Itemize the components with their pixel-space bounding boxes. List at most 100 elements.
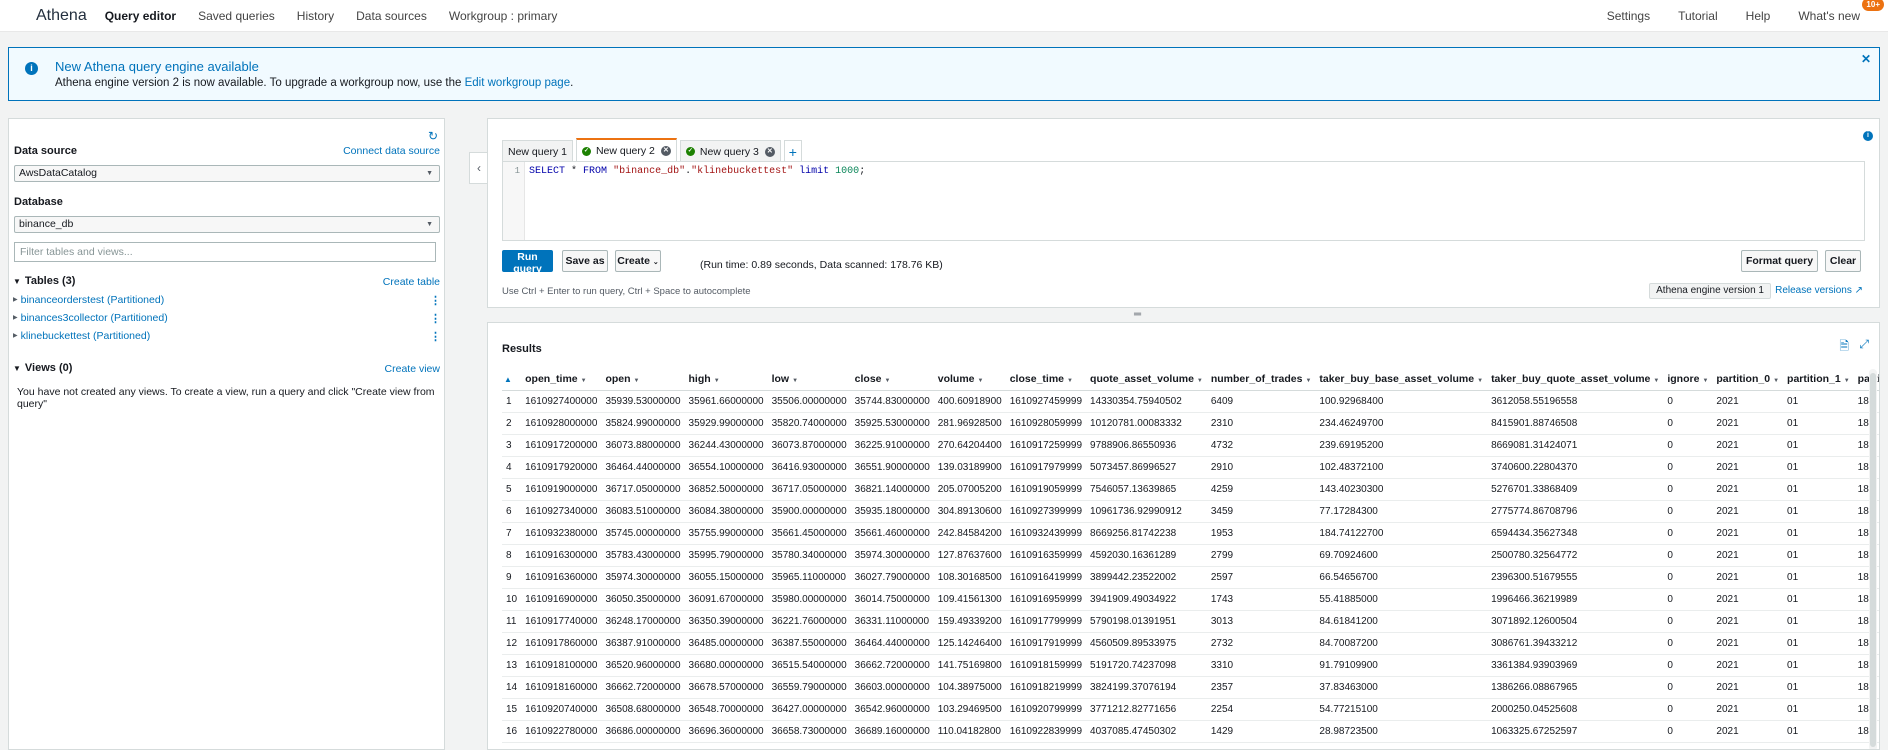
column-header[interactable]: partition_0 ▼ <box>1708 369 1780 391</box>
tab-new-query-2[interactable]: ✓ New query 2 ✕ <box>575 138 677 162</box>
table-row[interactable]: 10 1610916900000 36050.35000000 36091.67000… <box>502 588 1879 611</box>
table-cell: 36416.93000000 <box>763 456 847 479</box>
table-cell: 36717.05000000 <box>597 478 681 501</box>
column-header[interactable]: taker_buy_quote_asset_volume ▼ <box>1483 369 1660 391</box>
column-header[interactable]: partition_1 ▼ <box>1779 369 1850 391</box>
table-cell: 2597 <box>1202 566 1312 589</box>
nav-history[interactable]: History <box>297 9 334 23</box>
nav-data-sources[interactable]: Data sources <box>356 9 427 23</box>
nav-query-editor[interactable]: Query editor <box>105 9 176 23</box>
table-row[interactable]: 5 1610919000000 36717.05000000 36852.500000… <box>502 478 1879 501</box>
format-query-button[interactable]: Format query <box>1741 250 1818 272</box>
nav-settings[interactable]: Settings <box>1607 9 1650 23</box>
table-cell: 35755.99000000 <box>680 522 764 545</box>
table-row[interactable]: 2 1610928000000 35824.99000000 35929.990000… <box>502 412 1879 435</box>
table-cell: 139.03189900 <box>929 456 1002 479</box>
table-cell: 01 <box>1779 566 1850 589</box>
brand-logo[interactable]: Athena <box>36 7 87 25</box>
table-cell: 3361384.93903969 <box>1483 654 1660 677</box>
data-source-value: AwsDataCatalog <box>19 167 98 179</box>
nav-workgroup[interactable]: Workgroup : primary <box>449 9 557 23</box>
expand-icon[interactable]: ⤢ <box>1859 337 1869 352</box>
table-row[interactable]: 13 1610918100000 36520.96000000 36680.00000… <box>502 654 1879 677</box>
column-header[interactable]: close ▼ <box>846 369 930 391</box>
column-header[interactable]: high ▼ <box>680 369 764 391</box>
kebab-menu-icon[interactable]: ⋮ <box>430 294 441 307</box>
row-number-header[interactable]: ▲ <box>502 369 518 391</box>
add-tab-button[interactable]: + <box>783 140 802 162</box>
table-row[interactable]: 14 1610918160000 36662.72000000 36678.57000… <box>502 676 1879 699</box>
table-row[interactable]: 4 1610917920000 36464.44000000 36554.100000… <box>502 456 1879 479</box>
table-item-klinebuckettest[interactable]: ▶ klinebuckettest (Partitioned) ⋮ <box>13 330 441 343</box>
scrollbar-thumb[interactable] <box>1870 373 1876 747</box>
release-versions-link[interactable]: Release versions ↗ <box>1775 285 1863 296</box>
run-query-button[interactable]: Run query <box>502 250 553 275</box>
info-icon[interactable]: i <box>1863 131 1873 141</box>
table-row[interactable]: 15 1610920740000 36508.68000000 36548.70000… <box>502 698 1879 721</box>
close-tab-icon[interactable]: ✕ <box>660 146 671 156</box>
sql-code[interactable]: SELECT * FROM "binance_db"."klinebuckett… <box>529 166 865 177</box>
table-cell: 35965.11000000 <box>763 566 847 589</box>
filter-tables-input[interactable]: Filter tables and views... <box>14 242 436 262</box>
table-item-binances3collector[interactable]: ▶ binances3collector (Partitioned) ⋮ <box>13 312 441 325</box>
table-row[interactable]: 11 1610917740000 36248.17000000 36350.39000… <box>502 610 1879 633</box>
row-number-cell: 6 <box>502 500 518 523</box>
column-header[interactable]: ignore ▼ <box>1659 369 1709 391</box>
row-number-cell: 7 <box>502 522 518 545</box>
database-select[interactable]: binance_db ▼ <box>14 216 440 233</box>
download-csv-icon[interactable]: 🗎 <box>1839 337 1849 358</box>
tab-new-query-3[interactable]: ✓ New query 3 ✕ <box>679 140 781 162</box>
kebab-menu-icon[interactable]: ⋮ <box>430 312 441 325</box>
table-row[interactable]: 9 1610916360000 35974.30000000 36055.150000… <box>502 566 1879 589</box>
table-row[interactable]: 1 1610927400000 35939.53000000 35961.660000… <box>502 390 1879 413</box>
table-cell: 143.40230300 <box>1311 478 1484 501</box>
close-icon[interactable]: ✕ <box>1861 52 1871 66</box>
refresh-icon[interactable]: ↻ <box>428 129 438 143</box>
table-cell: 1610917919999 <box>1001 632 1083 655</box>
collapse-panel-button[interactable]: ‹ <box>469 152 489 184</box>
table-cell: 5790198.01391951 <box>1082 610 1203 633</box>
nav-whats-new[interactable]: What's new <box>1798 9 1860 23</box>
table-row[interactable]: 12 1610917860000 36387.91000000 36485.00000… <box>502 632 1879 655</box>
nav-tutorial[interactable]: Tutorial <box>1678 9 1718 23</box>
sort-icon: ▼ <box>1477 378 1484 385</box>
column-header[interactable]: close_time ▼ <box>1001 369 1083 391</box>
table-cell: 01 <box>1779 654 1850 677</box>
results-scrollbar[interactable] <box>1869 369 1877 749</box>
editor-panel: i New query 1 ✓ New query 2 ✕ ✓ New quer… <box>487 118 1880 308</box>
views-section-header[interactable]: ▼ Views (0) <box>13 362 72 374</box>
table-row[interactable]: 6 1610927340000 36083.51000000 36084.380000… <box>502 500 1879 523</box>
row-number-cell: 9 <box>502 566 518 589</box>
table-item-binanceorderstest[interactable]: ▶ binanceorderstest (Partitioned) ⋮ <box>13 294 441 307</box>
edit-workgroup-link[interactable]: Edit workgroup page <box>465 77 570 89</box>
tables-section-header[interactable]: ▼ Tables (3) <box>13 275 75 287</box>
table-cell: 36331.11000000 <box>846 610 930 633</box>
data-source-select[interactable]: AwsDataCatalog ▼ <box>14 165 440 182</box>
sql-editor[interactable]: 1 SELECT * FROM "binance_db"."klinebucke… <box>502 161 1865 241</box>
nav-saved-queries[interactable]: Saved queries <box>198 9 275 23</box>
create-dropdown-button[interactable]: Create ⌄ <box>615 250 661 272</box>
tab-new-query-1[interactable]: New query 1 <box>502 140 573 162</box>
column-header[interactable]: quote_asset_volume ▼ <box>1082 369 1203 391</box>
save-as-button[interactable]: Save as <box>562 250 608 272</box>
column-header[interactable]: open ▼ <box>597 369 681 391</box>
column-header[interactable]: taker_buy_base_asset_volume ▼ <box>1311 369 1484 391</box>
connect-data-source-link[interactable]: Connect data source <box>343 145 440 157</box>
kebab-menu-icon[interactable]: ⋮ <box>430 330 441 343</box>
create-view-link[interactable]: Create view <box>385 363 440 375</box>
close-tab-icon[interactable]: ✕ <box>764 146 775 157</box>
table-row[interactable]: 7 1610932380000 35745.00000000 35755.990000… <box>502 522 1879 545</box>
column-header[interactable]: low ▼ <box>763 369 847 391</box>
column-header[interactable]: open_time ▼ <box>517 369 598 391</box>
caret-right-icon: ▶ <box>13 297 18 303</box>
table-cell: 2396300.51679555 <box>1483 566 1660 589</box>
column-header[interactable]: number_of_trades ▼ <box>1202 369 1312 391</box>
nav-help[interactable]: Help <box>1746 9 1771 23</box>
clear-button[interactable]: Clear <box>1825 250 1861 272</box>
table-row[interactable]: 3 1610917200000 36073.88000000 36244.430000… <box>502 434 1879 457</box>
create-table-link[interactable]: Create table <box>383 276 440 288</box>
column-header[interactable]: volume ▼ <box>929 369 1002 391</box>
table-row[interactable]: 16 1610922780000 36686.00000000 36696.36000… <box>502 720 1879 743</box>
table-row[interactable]: 8 1610916300000 35783.43000000 35995.790000… <box>502 544 1879 567</box>
resize-handle[interactable]: ═ <box>1134 309 1141 320</box>
